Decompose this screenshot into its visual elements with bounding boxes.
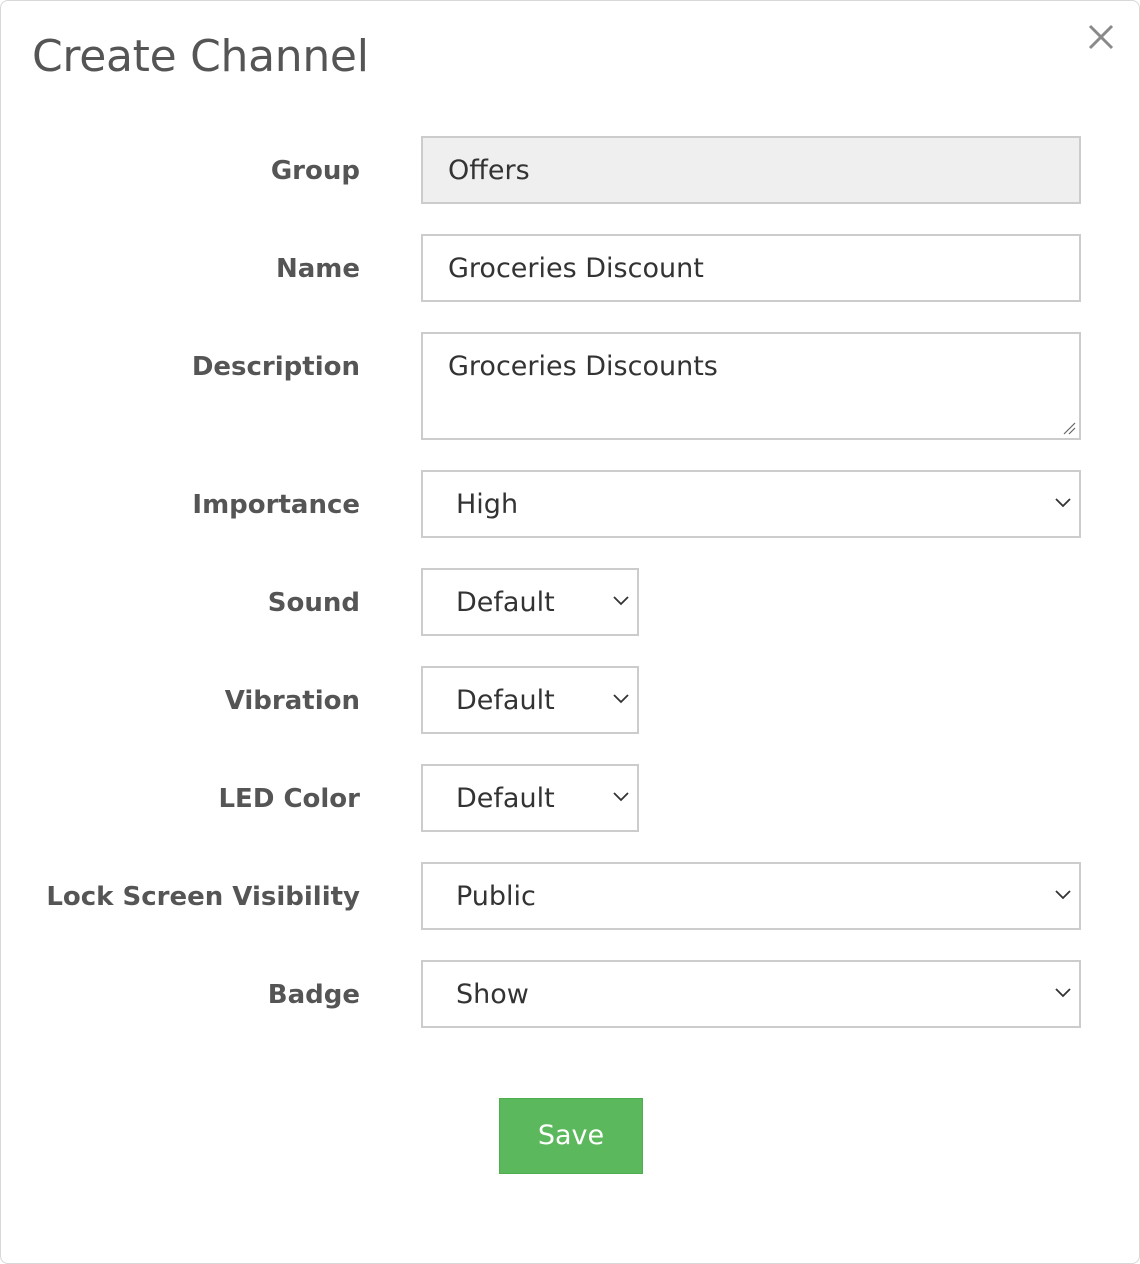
lock-screen-visibility-select[interactable]: Public xyxy=(421,862,1081,930)
close-button[interactable] xyxy=(1085,21,1117,53)
importance-label: Importance xyxy=(192,490,360,520)
badge-value: Show xyxy=(456,979,529,1010)
led-color-label: LED Color xyxy=(218,784,360,814)
description-label: Description xyxy=(191,352,360,382)
led-color-select[interactable]: Default xyxy=(421,764,639,832)
vibration-label: Vibration xyxy=(224,686,360,716)
group-value: Offers xyxy=(448,155,530,186)
led-color-value: Default xyxy=(456,783,555,814)
chevron-down-icon xyxy=(613,694,629,704)
importance-select[interactable]: High xyxy=(421,470,1081,538)
group-label: Group xyxy=(270,156,360,186)
chevron-down-icon xyxy=(1055,498,1071,508)
chevron-down-icon xyxy=(613,596,629,606)
dialog-title: Create Channel xyxy=(32,31,369,82)
description-value: Groceries Discounts xyxy=(448,351,718,382)
create-channel-dialog: Create Channel Group Offers Name Groceri… xyxy=(0,0,1140,1264)
name-label: Name xyxy=(275,254,360,284)
vibration-select[interactable]: Default xyxy=(421,666,639,734)
group-field: Offers xyxy=(421,136,1081,204)
importance-value: High xyxy=(456,489,519,520)
name-value: Groceries Discount xyxy=(448,253,704,284)
badge-select[interactable]: Show xyxy=(421,960,1081,1028)
sound-value: Default xyxy=(456,587,555,618)
sound-label: Sound xyxy=(267,588,360,618)
save-button[interactable]: Save xyxy=(499,1098,643,1174)
chevron-down-icon xyxy=(613,792,629,802)
resize-grip-icon[interactable] xyxy=(1062,421,1076,435)
lock-screen-visibility-label: Lock Screen Visibility xyxy=(46,882,360,912)
close-icon xyxy=(1088,24,1114,50)
vibration-value: Default xyxy=(456,685,555,716)
badge-label: Badge xyxy=(267,980,360,1010)
chevron-down-icon xyxy=(1055,890,1071,900)
description-textarea[interactable]: Groceries Discounts xyxy=(421,332,1081,440)
chevron-down-icon xyxy=(1055,988,1071,998)
lock-screen-visibility-value: Public xyxy=(456,881,536,912)
sound-select[interactable]: Default xyxy=(421,568,639,636)
name-input[interactable]: Groceries Discount xyxy=(421,234,1081,302)
